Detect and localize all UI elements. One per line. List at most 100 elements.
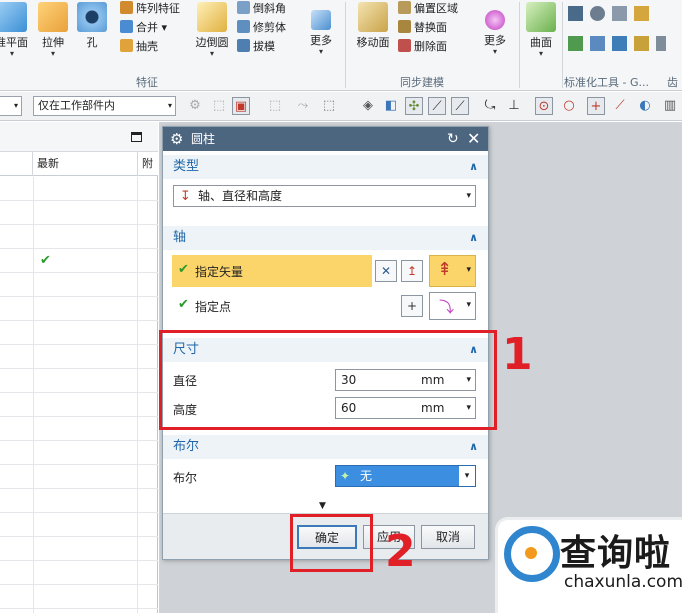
table-row[interactable] (0, 561, 158, 585)
pattern-feature-button[interactable]: 阵列特征 (120, 0, 180, 18)
table-row[interactable] (0, 585, 158, 609)
table-row[interactable] (0, 177, 158, 201)
control-point-icon[interactable]: ⤿ (481, 97, 499, 115)
watermark-logo (504, 526, 560, 582)
cube-icon[interactable]: ◧ (382, 97, 400, 115)
unite-icon (120, 20, 133, 33)
assembly-filter-icon[interactable]: ⚙ (186, 97, 204, 115)
link-icon[interactable]: ⬚ (210, 97, 228, 115)
point-on-face-icon[interactable]: ◐ (636, 97, 654, 115)
vector-type-dropdown[interactable]: ⇞ ▾ (429, 255, 476, 287)
gear-icon[interactable]: ⚙ (170, 127, 183, 151)
maximize-icon[interactable] (131, 132, 142, 142)
table-row[interactable] (0, 513, 158, 537)
draft-button[interactable]: 拔模 (237, 38, 275, 56)
chevron-down-icon: ▾ (492, 47, 497, 56)
follow-icon[interactable]: ⤳ (294, 97, 312, 115)
type-filter-dropdown[interactable]: ▾ (0, 96, 22, 116)
tool-icon[interactable] (590, 6, 605, 21)
offset-region-button[interactable]: 偏置区域 (398, 0, 458, 18)
type-dropdown[interactable]: ↧ 轴、直径和高度 ▾ (173, 185, 476, 207)
group-label-standard-tools: 标准化工具 - G... (564, 76, 649, 89)
vector-dialog-button[interactable]: ✕ (375, 260, 397, 282)
tool-icon[interactable] (612, 6, 627, 21)
hole-button[interactable]: 孔 (75, 2, 109, 50)
column-latest[interactable]: 最新 (33, 152, 138, 176)
view-icon[interactable]: ◈ (359, 97, 377, 115)
delete-face-button[interactable]: 删除面 (398, 38, 447, 56)
table-row[interactable] (0, 273, 158, 297)
group-label-sync-modeling: 同步建模 (400, 76, 444, 89)
chevron-up-icon[interactable]: ∧ (469, 435, 478, 459)
tool-icon[interactable] (568, 6, 583, 21)
tool-icon[interactable] (656, 36, 666, 51)
table-row[interactable] (0, 537, 158, 561)
chamfer-button[interactable]: 倒斜角 (237, 0, 286, 18)
boolean-dropdown[interactable]: ✦ 无 ▾ (335, 465, 476, 487)
move-face-button[interactable]: 移动面 (353, 2, 393, 50)
cancel-button[interactable]: 取消 (421, 525, 475, 549)
tool-icon[interactable] (568, 36, 583, 51)
expand-more-icon[interactable]: ▼ (319, 501, 326, 511)
point-on-curve-icon[interactable]: ⟋ (611, 97, 629, 115)
table-row[interactable] (0, 297, 158, 321)
section-header-boolean[interactable]: 布尔 ∧ (163, 435, 488, 459)
specify-vector-row[interactable]: ✔ 指定矢量 (172, 255, 372, 287)
tool-icon[interactable] (612, 36, 627, 51)
vector-inferred-icon[interactable]: ↥ (401, 260, 423, 282)
replace-face-button[interactable]: 替换面 (398, 19, 447, 37)
surface-button[interactable]: 曲面 ▾ (523, 2, 559, 58)
section-header-axis[interactable]: 轴 ∧ (163, 226, 488, 250)
specify-point-row[interactable]: ✔ 指定点 (172, 292, 372, 320)
unite-button[interactable]: 合并 ▾ (120, 19, 167, 37)
edge-blend-button[interactable]: 边倒圆 ▾ (193, 2, 231, 58)
close-icon[interactable]: ✕ (467, 127, 480, 151)
scope-filter-dropdown[interactable]: 仅在工作部件内 ▾ (33, 96, 176, 116)
existing-point-icon[interactable]: + (587, 97, 605, 115)
reset-icon[interactable]: ↻ (447, 127, 459, 151)
snap-icon[interactable]: ▣ (232, 97, 250, 115)
column-extra[interactable]: 附 (138, 152, 158, 176)
grid-point-icon[interactable]: ✣ (405, 97, 423, 115)
end-point-icon[interactable]: ⟋ (428, 97, 446, 115)
datum-plane-button[interactable]: 基准平面 ▾ (0, 2, 30, 58)
quadrant-icon[interactable]: ○ (560, 97, 578, 115)
table-row[interactable] (0, 393, 158, 417)
table-row[interactable] (0, 489, 158, 513)
watermark-cn: 查询啦 (560, 533, 672, 574)
tool-icon[interactable] (634, 6, 649, 21)
bounded-grid-icon[interactable]: ▥ (661, 97, 679, 115)
tool-icon[interactable] (634, 36, 649, 51)
table-row[interactable] (0, 225, 158, 249)
more-features-button[interactable]: 更多 ▾ (304, 2, 338, 56)
table-row[interactable] (0, 321, 158, 345)
section-header-type[interactable]: 类型 ∧ (163, 155, 488, 179)
shell-button[interactable]: 抽壳 (120, 38, 158, 56)
table-row[interactable] (0, 417, 158, 441)
tool-icon[interactable] (590, 36, 605, 51)
chevron-up-icon[interactable]: ∧ (469, 226, 478, 250)
more-sync-button[interactable]: 更多 ▾ (478, 2, 512, 56)
trim-body-button[interactable]: 修剪体 (237, 19, 286, 37)
chevron-up-icon[interactable]: ∧ (469, 155, 478, 179)
rectangle-select-icon[interactable]: ⬚ (320, 97, 338, 115)
point-type-dropdown[interactable]: ⤵ ▾ (429, 292, 476, 320)
column-name[interactable] (0, 152, 33, 176)
intersection-icon[interactable]: ⊥ (505, 97, 523, 115)
arc-center-icon[interactable]: ⊙ (535, 97, 553, 115)
selection-intent-icon[interactable]: ⬚ (266, 97, 284, 115)
table-row[interactable] (0, 465, 158, 489)
dialog-title-bar[interactable]: ⚙ 圆柱 ↻ ✕ (163, 127, 488, 151)
table-row[interactable]: ✔ (0, 249, 158, 273)
more-features-icon (311, 10, 331, 30)
table-row[interactable] (0, 441, 158, 465)
replace-face-icon (398, 20, 411, 33)
mid-point-icon[interactable]: ⟋ (451, 97, 469, 115)
extrude-button[interactable]: 拉伸 ▾ (36, 2, 70, 58)
latest-cell (33, 273, 138, 297)
table-row[interactable] (0, 201, 158, 225)
table-row[interactable] (0, 345, 158, 369)
table-row[interactable] (0, 369, 158, 393)
table-row[interactable] (0, 609, 158, 613)
point-dialog-button[interactable]: + (401, 295, 423, 317)
